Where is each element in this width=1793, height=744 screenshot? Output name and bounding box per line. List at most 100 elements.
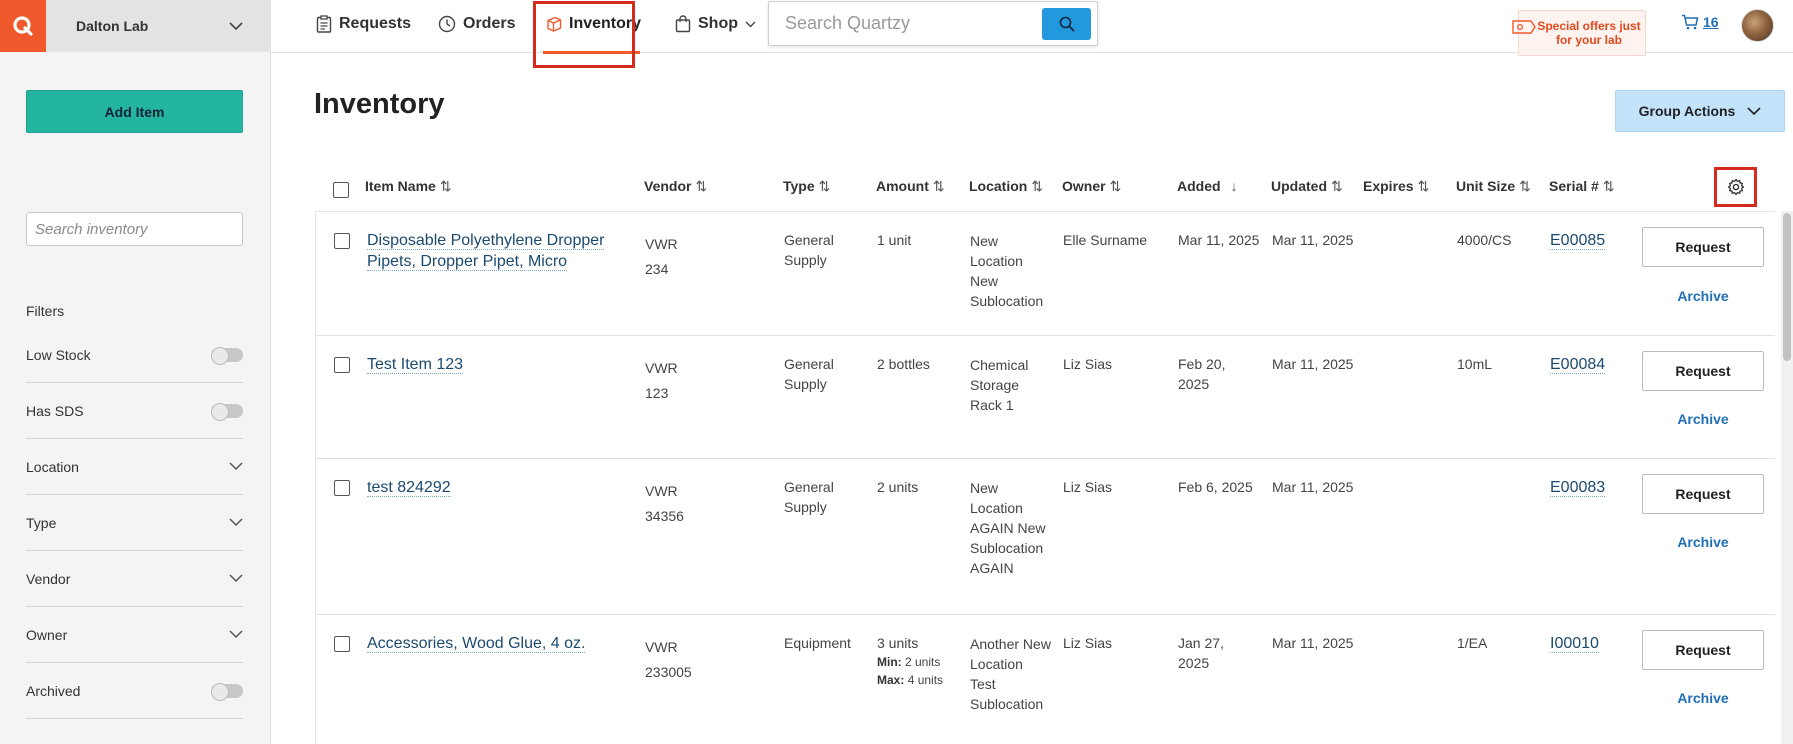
vendor-cell: VWR 233005 (645, 635, 692, 685)
low-stock-toggle[interactable] (211, 346, 243, 365)
column-location[interactable]: Location ⇅ (969, 178, 1043, 195)
table-row: test 824292 VWR 34356 General Supply 2 un… (316, 459, 1775, 615)
column-label: Unit Size (1456, 178, 1516, 194)
filter-owner[interactable]: Owner (26, 607, 243, 663)
added-cell: Feb 6, 2025 (1178, 479, 1253, 495)
nav-label: Shop (698, 15, 738, 32)
vendor-number: 34356 (645, 508, 684, 524)
clipboard-icon (316, 15, 332, 33)
filter-has-sds[interactable]: Has SDS (26, 383, 243, 439)
row-checkbox[interactable] (334, 233, 350, 249)
column-unit-size[interactable]: Unit Size ⇅ (1456, 178, 1531, 195)
serial-link[interactable]: I00010 (1550, 635, 1599, 653)
sort-icon: ⇅ (439, 178, 452, 194)
request-button[interactable]: Request (1642, 351, 1764, 391)
special-offers-text: Special offers just for your lab (1537, 19, 1641, 47)
item-name-link[interactable]: Disposable Polyethylene Dropper Pipets, … (367, 232, 605, 271)
column-serial[interactable]: Serial # ⇅ (1549, 178, 1615, 195)
location-cell: New Location New Sublocation (970, 233, 1044, 309)
nav-orders[interactable]: Orders (438, 0, 515, 48)
nav-requests[interactable]: Requests (316, 0, 411, 48)
filter-label: Owner (26, 626, 68, 643)
archive-link[interactable]: Archive (1642, 288, 1764, 304)
serial-link[interactable]: E00084 (1550, 356, 1606, 374)
nav-shop[interactable]: Shop (675, 0, 756, 48)
owner-cell: Elle Surname (1063, 232, 1148, 248)
row-checkbox[interactable] (334, 636, 350, 652)
column-owner[interactable]: Owner ⇅ (1062, 178, 1121, 195)
column-type[interactable]: Type ⇅ (783, 178, 830, 195)
select-all-checkbox[interactable] (333, 182, 349, 198)
request-button[interactable]: Request (1642, 227, 1764, 267)
table-settings-button[interactable] (1714, 167, 1757, 207)
search-button[interactable] (1042, 8, 1091, 40)
vendor-cell: VWR 123 (645, 356, 678, 406)
column-expires[interactable]: Expires ⇅ (1363, 178, 1429, 195)
request-button[interactable]: Request (1642, 474, 1764, 514)
request-button[interactable]: Request (1642, 630, 1764, 670)
chevron-down-icon (229, 630, 243, 639)
type-cell: General Supply (784, 232, 834, 268)
cart-link[interactable]: 16 (1681, 14, 1719, 30)
gear-icon (1727, 178, 1744, 196)
nav-label: Orders (463, 15, 516, 32)
sort-icon: ⇅ (1519, 178, 1531, 194)
nav-inventory[interactable]: Inventory (546, 0, 641, 48)
lab-name: Dalton Lab (76, 18, 149, 34)
location-cell: Another New Location Test Sublocation (970, 636, 1051, 712)
row-checkbox[interactable] (334, 357, 350, 373)
vendor-number: 234 (645, 261, 669, 277)
column-added[interactable]: Added ↓ (1177, 178, 1238, 194)
serial-link[interactable]: E00085 (1550, 232, 1606, 250)
location-cell: Chemical Storage Rack 1 (970, 357, 1029, 413)
min-stock: Min: 2 units (877, 653, 962, 671)
item-name-link[interactable]: test 824292 (367, 479, 451, 497)
column-item-name[interactable]: Item Name ⇅ (365, 178, 452, 195)
scrollbar-thumb[interactable] (1783, 213, 1791, 361)
serial-link[interactable]: E00083 (1550, 479, 1606, 497)
filter-archived[interactable]: Archived (26, 663, 243, 719)
avatar[interactable] (1741, 9, 1774, 42)
sidebar: Dalton Lab Add Item Filters Low Stock Ha… (0, 0, 271, 744)
archive-link[interactable]: Archive (1642, 534, 1764, 550)
item-name-link[interactable]: Test Item 123 (367, 356, 464, 374)
special-offers-banner[interactable]: Special offers just for your lab (1512, 10, 1646, 56)
global-search-box (768, 1, 1098, 46)
add-item-button[interactable]: Add Item (26, 90, 243, 133)
scrollbar[interactable] (1781, 211, 1793, 744)
column-vendor[interactable]: Vendor ⇅ (644, 178, 707, 195)
row-checkbox[interactable] (334, 480, 350, 496)
vendor-cell: VWR 34356 (645, 479, 684, 529)
filter-label: Vendor (26, 570, 71, 587)
filter-location[interactable]: Location (26, 439, 243, 495)
archive-link[interactable]: Archive (1642, 690, 1764, 706)
active-tab-indicator (543, 51, 640, 54)
filter-label: Archived (26, 682, 81, 699)
column-updated[interactable]: Updated ⇅ (1271, 178, 1343, 195)
global-search-input[interactable] (785, 13, 1025, 34)
top-nav: Requests Orders Inventory Shop Search Qu… (271, 0, 1793, 68)
filter-low-stock[interactable]: Low Stock (26, 327, 243, 383)
owner-cell: Liz Sias (1063, 356, 1113, 372)
vendor-name: VWR (645, 483, 678, 499)
lab-switcher[interactable]: Dalton Lab (46, 0, 271, 52)
has-sds-toggle[interactable] (211, 402, 243, 421)
filter-type[interactable]: Type (26, 495, 243, 551)
filter-vendor[interactable]: Vendor (26, 551, 243, 607)
sort-icon: ⇅ (1109, 178, 1122, 194)
max-value: 4 units (907, 673, 944, 687)
group-actions-button[interactable]: Group Actions (1615, 90, 1785, 132)
cart-icon (1682, 14, 1699, 30)
inventory-search-box (26, 212, 243, 246)
item-name-link[interactable]: Accessories, Wood Glue, 4 oz. (367, 635, 586, 653)
inventory-search-input[interactable] (35, 220, 236, 238)
quartzy-logo[interactable] (0, 0, 46, 52)
clock-icon (438, 15, 456, 33)
filter-label: Has SDS (26, 402, 84, 419)
table-header: Item Name ⇅ Vendor ⇅ Type ⇅ Amount ⇅ Locatio… (315, 168, 1785, 210)
unit-size-cell: 4000/CS (1457, 232, 1512, 248)
archive-link[interactable]: Archive (1642, 411, 1764, 427)
column-amount[interactable]: Amount ⇅ (876, 178, 945, 195)
archived-toggle[interactable] (211, 682, 243, 701)
column-label: Location (969, 178, 1028, 194)
